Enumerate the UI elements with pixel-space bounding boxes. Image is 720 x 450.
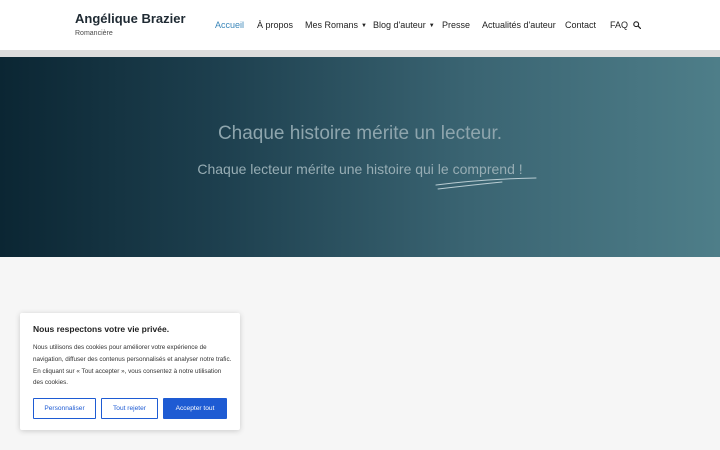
site-subtitle: Romancière <box>75 30 113 37</box>
site-header: Angélique Brazier Romancière Accueil À p… <box>0 0 720 50</box>
nav-item-a-propos[interactable]: À propos <box>257 20 293 30</box>
accept-all-button[interactable]: Accepter tout <box>163 398 227 419</box>
chevron-down-icon: ▼ <box>361 23 367 29</box>
hero-banner: Chaque histoire mérite un lecteur. Chaqu… <box>0 57 720 257</box>
cookie-consent-dialog: Nous respectons votre vie privée. Nous u… <box>20 313 240 430</box>
customize-button[interactable]: Personnaliser <box>33 398 96 419</box>
nav-item-faq[interactable]: FAQ <box>610 20 628 30</box>
header-divider <box>0 50 720 57</box>
nav-item-mes-romans[interactable]: Mes Romans ▼ <box>305 20 367 30</box>
chevron-down-icon: ▼ <box>428 23 435 29</box>
site-title[interactable]: Angélique Brazier <box>75 11 186 26</box>
nav-item-blog[interactable]: Blog d'auteur ▼ <box>373 20 435 30</box>
nav-item-actualites[interactable]: Actualités d'auteur <box>482 20 556 30</box>
cookie-title: Nous respectons votre vie privée. <box>33 324 170 334</box>
nav-item-contact[interactable]: Contact <box>565 20 596 30</box>
nav-item-presse[interactable]: Presse <box>442 20 470 30</box>
reject-all-button[interactable]: Tout rejeter <box>101 398 158 419</box>
hero-subtitle: Chaque lecteur mérite une histoire qui l… <box>197 161 523 177</box>
search-icon[interactable] <box>633 21 641 29</box>
nav-item-accueil[interactable]: Accueil <box>215 20 244 30</box>
hero-title: Chaque histoire mérite un lecteur. <box>217 123 503 144</box>
hand-drawn-underline <box>435 177 537 190</box>
cookie-text: Nous utilisons des cookies pour améliore… <box>33 344 232 387</box>
